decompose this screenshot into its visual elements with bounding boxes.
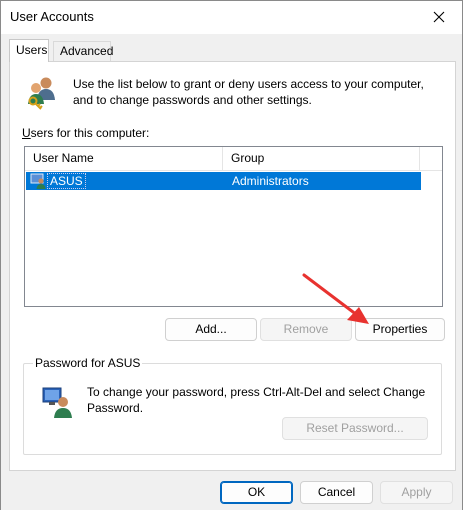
column-header-group[interactable]: Group — [223, 147, 420, 170]
title-bar: User Accounts — [1, 1, 462, 34]
window-title: User Accounts — [10, 9, 94, 24]
close-button[interactable] — [416, 1, 462, 33]
tab-advanced[interactable]: Advanced — [53, 41, 113, 61]
column-header-user-name[interactable]: User Name — [25, 147, 223, 170]
password-instructions: To change your password, press Ctrl-Alt-… — [87, 385, 426, 415]
reset-password-button[interactable]: Reset Password... — [282, 417, 428, 440]
properties-button[interactable]: Properties — [355, 318, 445, 341]
password-groupbox: Password for ASUS To change your passwor… — [23, 356, 442, 455]
user-accounts-window: User Accounts Users Advanced Use the lis… — [0, 0, 463, 510]
apply-button[interactable]: Apply — [380, 481, 453, 504]
users-list[interactable]: User Name Group ASUS Administrators — [24, 146, 443, 307]
password-group-title: Password for ASUS — [33, 356, 143, 370]
tab-users[interactable]: Users — [9, 39, 49, 62]
remove-button[interactable]: Remove — [260, 318, 352, 341]
ok-button[interactable]: OK — [220, 481, 293, 504]
list-header: User Name Group — [25, 147, 442, 171]
intro-description: Use the list below to grant or deny user… — [73, 77, 424, 107]
users-tab-panel: Use the list below to grant or deny user… — [9, 61, 456, 471]
users-keys-icon — [28, 77, 55, 110]
users-list-label: Users for this computer: — [22, 126, 150, 140]
cancel-button[interactable]: Cancel — [300, 481, 373, 504]
user-name-cell: ASUS — [47, 173, 86, 189]
users-list-label-text: sers for this computer: — [30, 126, 150, 140]
group-cell: Administrators — [232, 174, 309, 188]
user-icon — [30, 173, 46, 189]
close-icon — [433, 11, 445, 23]
list-item[interactable]: ASUS Administrators — [26, 172, 421, 190]
add-button[interactable]: Add... — [165, 318, 257, 341]
user-monitor-icon — [42, 387, 72, 418]
